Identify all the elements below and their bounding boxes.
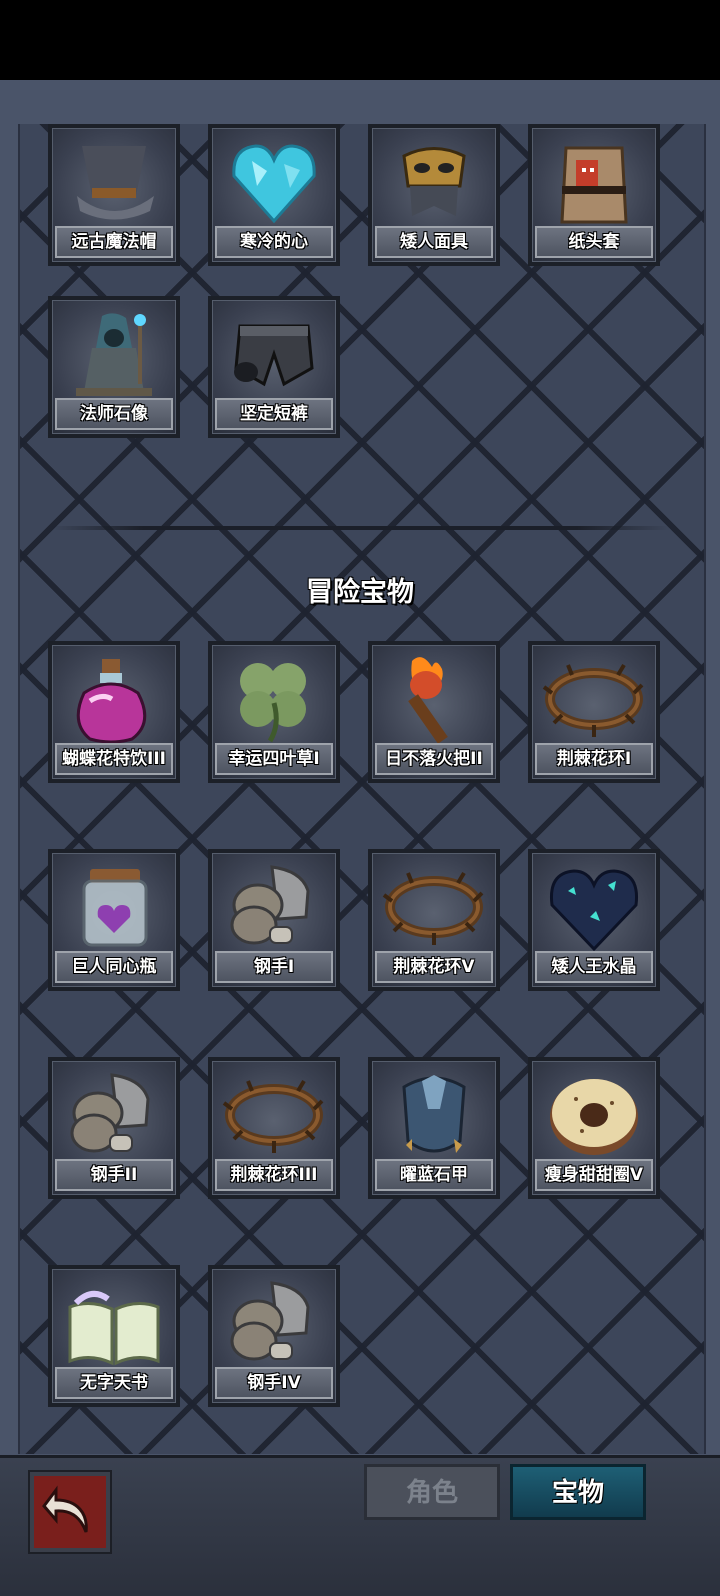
item-label: 寒冷的心 <box>215 226 333 258</box>
item-card[interactable]: 矮人王水晶 <box>528 849 660 991</box>
item-label: 幸运四叶草I <box>215 743 333 775</box>
item-label: 钢手IV <box>215 1367 333 1399</box>
mage-statue-icon <box>62 308 166 398</box>
tab-treasure[interactable]: 宝物 <box>510 1464 646 1520</box>
item-label: 日不落火把II <box>375 743 493 775</box>
crystal-heart-icon <box>542 861 646 951</box>
item-card[interactable]: 幸运四叶草I <box>208 641 340 783</box>
wizard-hat-icon <box>62 136 166 226</box>
steel-gauntlet-icon <box>222 861 326 951</box>
steel-gauntlet-icon <box>222 1277 326 1367</box>
item-card[interactable]: 钢手I <box>208 849 340 991</box>
torch-icon <box>382 653 486 743</box>
item-card[interactable]: 瘦身甜甜圈V <box>528 1057 660 1199</box>
item-card[interactable]: 钢手IV <box>208 1265 340 1407</box>
item-card[interactable]: 荆棘花环I <box>528 641 660 783</box>
thorn-wreath-icon <box>382 861 486 951</box>
item-card[interactable]: 矮人面具 <box>368 124 500 266</box>
shorts-icon <box>222 308 326 398</box>
item-card[interactable]: 曜蓝石甲 <box>368 1057 500 1199</box>
item-card[interactable]: 荆棘花环V <box>368 849 500 991</box>
item-card[interactable]: 无字天书 <box>48 1265 180 1407</box>
item-card[interactable]: 钢手II <box>48 1057 180 1199</box>
back-arrow-icon <box>34 1485 106 1552</box>
item-label: 坚定短裤 <box>215 398 333 430</box>
tab-role[interactable]: 角色 <box>364 1464 500 1520</box>
item-card[interactable]: 日不落火把II <box>368 641 500 783</box>
item-label: 蝴蝶花特饮III <box>55 743 173 775</box>
item-label: 无字天书 <box>55 1367 173 1399</box>
steel-gauntlet-icon <box>62 1069 166 1159</box>
item-card[interactable]: 寒冷的心 <box>208 124 340 266</box>
blue-armor-icon <box>382 1069 486 1159</box>
item-label: 矮人王水晶 <box>535 951 653 983</box>
thorn-wreath-icon <box>222 1069 326 1159</box>
treasure-screen: 远古魔法帽 寒冷的心 矮人面具 纸头套法师石像 坚定短裤蝴蝶花特饮III 幸运四叶草I 日不… <box>0 0 720 1596</box>
dwarf-mask-icon <box>382 136 486 226</box>
ice-heart-icon <box>222 136 326 226</box>
item-label: 矮人面具 <box>375 226 493 258</box>
item-label: 荆棘花环III <box>215 1159 333 1191</box>
item-label: 钢手II <box>55 1159 173 1191</box>
item-label: 瘦身甜甜圈V <box>535 1159 653 1191</box>
item-card[interactable]: 坚定短裤 <box>208 296 340 438</box>
item-card[interactable]: 纸头套 <box>528 124 660 266</box>
item-label: 荆棘花环V <box>375 951 493 983</box>
item-card[interactable]: 巨人同心瓶 <box>48 849 180 991</box>
item-card[interactable]: 法师石像 <box>48 296 180 438</box>
item-label: 钢手I <box>215 951 333 983</box>
item-label: 远古魔法帽 <box>55 226 173 258</box>
item-card[interactable]: 蝴蝶花特饮III <box>48 641 180 783</box>
blank-book-icon <box>62 1277 166 1367</box>
heart-jar-icon <box>62 861 166 951</box>
thorn-wreath-icon <box>542 653 646 743</box>
item-card[interactable]: 远古魔法帽 <box>48 124 180 266</box>
back-button[interactable] <box>30 1472 110 1552</box>
item-label: 巨人同心瓶 <box>55 951 173 983</box>
section-title: 冒险宝物 <box>306 577 414 608</box>
item-label: 曜蓝石甲 <box>375 1159 493 1191</box>
item-card[interactable]: 荆棘花环III <box>208 1057 340 1199</box>
section-divider <box>50 526 670 530</box>
item-label: 法师石像 <box>55 398 173 430</box>
item-label: 纸头套 <box>535 226 653 258</box>
donut-icon <box>542 1069 646 1159</box>
potion-icon <box>62 653 166 743</box>
paper-bag-icon <box>542 136 646 226</box>
item-label: 荆棘花环I <box>535 743 653 775</box>
four-leaf-clover-icon <box>222 653 326 743</box>
